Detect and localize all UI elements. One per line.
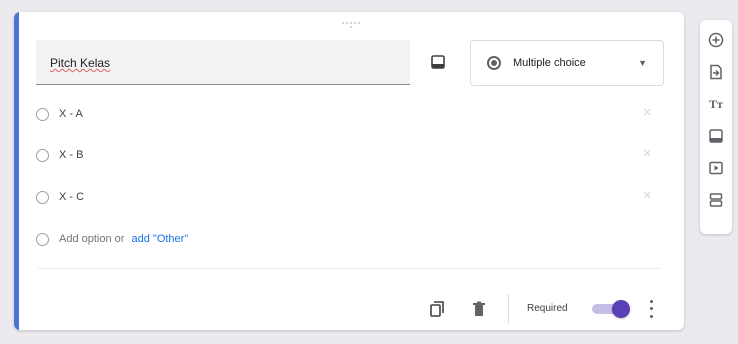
delete-button[interactable] <box>470 300 488 318</box>
option-row[interactable]: X - B ✕ <box>36 143 656 167</box>
close-icon[interactable]: ✕ <box>643 106 652 119</box>
option-row[interactable]: X - A ✕ <box>36 102 656 126</box>
image-icon <box>431 55 445 69</box>
add-image-toolbar-button[interactable] <box>706 126 726 146</box>
copy-icon <box>430 301 444 317</box>
question-title-text: Pitch Kelas <box>50 56 111 70</box>
add-option-text[interactable]: Add option or add "Other" <box>59 233 188 245</box>
close-icon[interactable]: ✕ <box>643 189 652 202</box>
import-questions-button[interactable] <box>706 62 726 82</box>
add-option-label[interactable]: Add option or <box>59 233 124 245</box>
question-type-label: Multiple choice <box>513 57 586 69</box>
option-label[interactable]: X - B <box>59 149 83 161</box>
add-circle-icon <box>708 32 724 48</box>
add-video-button[interactable] <box>706 158 726 178</box>
option-radio <box>36 190 49 204</box>
add-option-row[interactable]: Add option or add "Other" <box>36 227 656 251</box>
question-title-field[interactable]: Pitch Kelas <box>36 40 410 85</box>
image-icon <box>709 129 723 143</box>
add-other-link[interactable]: add "Other" <box>132 233 189 245</box>
question-card: Pitch Kelas Multiple choice ▼ X - A ✕ X … <box>14 12 684 330</box>
required-toggle[interactable] <box>590 300 630 318</box>
option-radio <box>36 107 49 121</box>
chevron-down-icon: ▼ <box>638 58 647 68</box>
toggle-thumb <box>612 300 630 318</box>
option-label[interactable]: X - C <box>59 191 84 203</box>
required-label: Required <box>527 303 568 314</box>
option-radio <box>36 148 49 162</box>
side-toolbar: Tт <box>700 20 732 234</box>
add-section-button[interactable] <box>706 190 726 210</box>
add-title-button[interactable]: Tт <box>706 94 726 114</box>
trash-icon <box>473 301 485 316</box>
active-accent-bar <box>14 12 19 330</box>
option-row[interactable]: X - C ✕ <box>36 185 656 209</box>
question-type-dropdown[interactable]: Multiple choice ▼ <box>470 40 664 86</box>
option-radio <box>36 232 49 246</box>
footer-divider <box>38 268 660 269</box>
option-label[interactable]: X - A <box>59 108 83 120</box>
radio-button-icon <box>487 56 501 70</box>
more-options-button[interactable] <box>646 298 656 320</box>
footer-separator <box>508 294 509 324</box>
title-icon: Tт <box>709 96 723 111</box>
import-icon <box>710 64 722 80</box>
drag-handle[interactable] <box>342 22 360 28</box>
section-icon <box>709 193 723 207</box>
video-icon <box>709 161 723 175</box>
duplicate-button[interactable] <box>428 300 446 318</box>
close-icon[interactable]: ✕ <box>643 147 652 160</box>
add-question-button[interactable] <box>706 30 726 50</box>
add-image-button[interactable] <box>428 52 448 72</box>
